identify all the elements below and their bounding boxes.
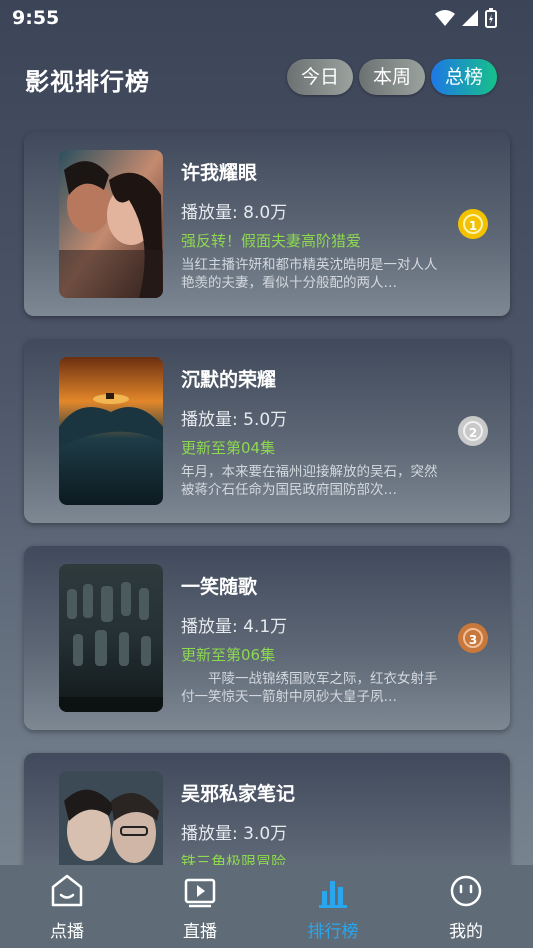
bar-chart-icon xyxy=(319,881,347,908)
page-title: 影视排行榜 xyxy=(25,68,150,96)
item-title: 一笑随歌 xyxy=(181,576,258,598)
play-count: 播放量: 3.0万 xyxy=(181,824,288,844)
play-count: 播放量: 8.0万 xyxy=(181,203,288,223)
nav-label: 排行榜 xyxy=(307,922,359,942)
status-icons xyxy=(435,8,497,28)
item-tag: 更新至第04集 xyxy=(181,439,276,457)
play-count: 播放量: 4.1万 xyxy=(181,617,288,637)
nav-item-profile[interactable]: 我的 xyxy=(426,873,506,942)
bottom-nav: 点播 直播 排行榜 我的 xyxy=(0,865,533,948)
nav-label: 我的 xyxy=(449,922,483,942)
rank-number: 3 xyxy=(468,633,478,647)
item-title: 吴邪私家笔记 xyxy=(181,783,296,805)
ranking-list: 许我耀眼 播放量: 8.0万 强反转！假面夫妻高阶猎爱 当红主播许妍和都市精英沈… xyxy=(24,132,510,948)
rank-badge: 1 xyxy=(458,209,488,239)
poster-image xyxy=(59,150,163,298)
rank-number: 1 xyxy=(468,219,478,233)
wifi-icon xyxy=(435,10,455,26)
battery-icon xyxy=(485,8,497,28)
item-description: 年月，本来要在福州迎接解放的吴石，突然被蒋介石任命为国民政府国防部次… xyxy=(181,464,438,498)
ranking-card[interactable]: 许我耀眼 播放量: 8.0万 强反转！假面夫妻高阶猎爱 当红主播许妍和都市精英沈… xyxy=(24,132,510,316)
item-title: 许我耀眼 xyxy=(181,162,258,184)
item-title: 沉默的荣耀 xyxy=(181,369,277,391)
item-tag: 更新至第06集 xyxy=(181,646,276,664)
nav-item-live[interactable]: 直播 xyxy=(160,873,240,942)
period-tabs: 今日 本周 总榜 xyxy=(286,59,497,95)
status-bar: 9:55 xyxy=(0,0,533,38)
rank-number: 2 xyxy=(468,426,478,440)
tab-today[interactable]: 今日 xyxy=(286,59,353,95)
home-icon xyxy=(51,874,83,907)
poster-image xyxy=(59,357,163,505)
rank-badge: 2 xyxy=(458,416,488,446)
nav-item-ranking[interactable]: 排行榜 xyxy=(293,873,373,942)
item-description: 平陵一战锦绣国败军之际，红衣女射手付一笑惊天一箭射中夙砂大皇子夙… xyxy=(181,671,438,705)
ranking-card[interactable]: 沉默的荣耀 播放量: 5.0万 更新至第04集 年月，本来要在福州迎接解放的吴石… xyxy=(24,339,510,523)
poster-image xyxy=(59,564,163,712)
status-time: 9:55 xyxy=(12,7,60,29)
header: 影视排行榜 今日 本周 总榜 xyxy=(0,52,533,104)
play-count: 播放量: 5.0万 xyxy=(181,410,288,430)
item-description: 当红主播许妍和都市精英沈皓明是一对人人艳羡的夫妻，看似十分般配的两人… xyxy=(181,257,438,291)
smiley-icon xyxy=(450,875,482,907)
ranking-card[interactable]: 一笑随歌 播放量: 4.1万 更新至第06集 平陵一战锦绣国败军之际，红衣女射手… xyxy=(24,546,510,730)
tab-overall[interactable]: 总榜 xyxy=(430,59,497,95)
tab-week[interactable]: 本周 xyxy=(358,59,425,95)
nav-label: 直播 xyxy=(183,922,217,942)
signal-icon xyxy=(462,10,478,26)
tv-play-icon xyxy=(184,878,216,908)
item-tag: 强反转！假面夫妻高阶猎爱 xyxy=(181,232,362,250)
nav-item-vod[interactable]: 点播 xyxy=(27,873,107,942)
nav-label: 点播 xyxy=(50,922,84,942)
rank-badge: 3 xyxy=(458,623,488,653)
